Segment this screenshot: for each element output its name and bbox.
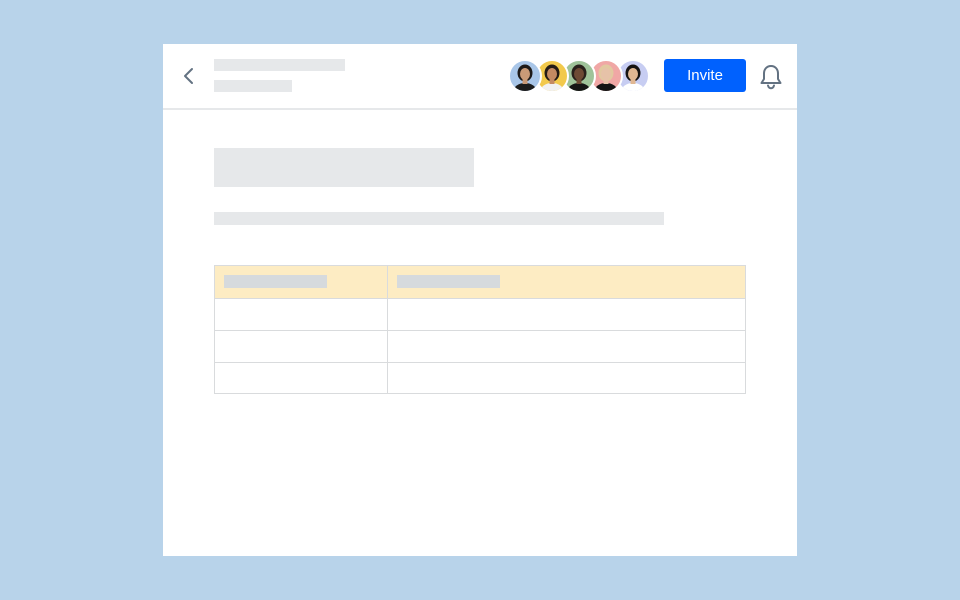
page-heading-placeholder (214, 148, 474, 187)
table-row (215, 330, 745, 362)
document-subtitle-placeholder (214, 80, 292, 92)
document-table[interactable] (214, 265, 746, 394)
table-cell[interactable] (388, 363, 745, 394)
avatar-photo (513, 64, 537, 91)
top-bar: Invite (163, 44, 797, 110)
document-window: Invite (163, 44, 797, 556)
table-row (215, 362, 745, 394)
header-label-placeholder (397, 275, 500, 288)
collaborator-avatars (508, 59, 653, 93)
document-title-placeholder (214, 59, 345, 71)
table-cell[interactable] (215, 363, 388, 394)
page-description-placeholder (214, 212, 664, 225)
bell-icon (760, 65, 782, 90)
invite-button[interactable]: Invite (664, 59, 746, 92)
notifications-button[interactable] (758, 63, 784, 91)
back-button[interactable] (177, 64, 201, 88)
chevron-left-icon (184, 68, 193, 84)
table-header-cell[interactable] (215, 266, 388, 298)
table-cell[interactable] (215, 299, 388, 330)
table-header-row (215, 266, 745, 298)
table-cell[interactable] (388, 331, 745, 362)
table-header-cell[interactable] (388, 266, 745, 298)
avatar[interactable] (508, 59, 542, 93)
table-cell[interactable] (388, 299, 745, 330)
table-cell[interactable] (215, 331, 388, 362)
table-row (215, 298, 745, 330)
header-label-placeholder (224, 275, 327, 288)
